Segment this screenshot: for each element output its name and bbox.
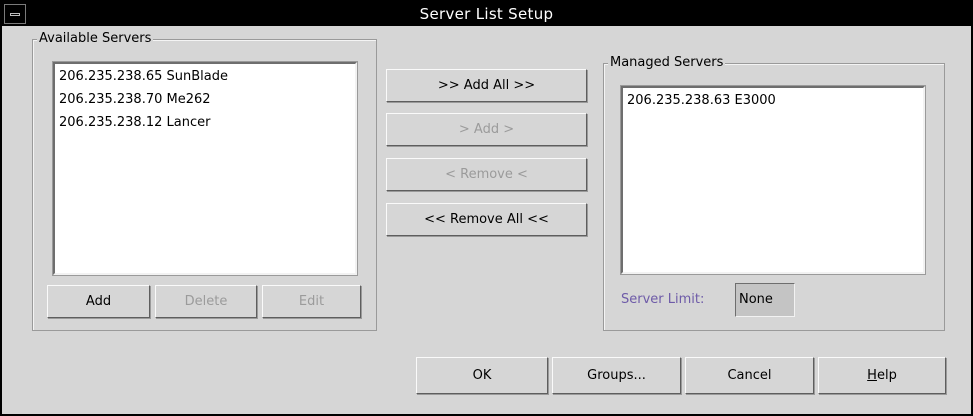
ok-button[interactable]: OK bbox=[416, 357, 548, 394]
server-limit-label: Server Limit: bbox=[621, 292, 705, 307]
window-title: Server List Setup bbox=[419, 5, 554, 23]
help-mnemonic: H bbox=[867, 368, 877, 383]
list-item[interactable]: 206.235.238.63 E3000 bbox=[627, 90, 776, 112]
title-bar[interactable]: Server List Setup bbox=[2, 2, 971, 26]
list-item[interactable]: 206.235.238.70 Me262 bbox=[59, 89, 211, 111]
add-server-button[interactable]: Add bbox=[47, 285, 150, 318]
delete-server-button[interactable]: Delete bbox=[155, 285, 257, 318]
edit-server-button[interactable]: Edit bbox=[262, 285, 361, 318]
managed-servers-list[interactable]: 206.235.238.63 E3000 bbox=[620, 85, 926, 275]
add-button[interactable]: > Add > bbox=[386, 113, 587, 146]
server-limit-value: None bbox=[735, 283, 795, 317]
server-list-setup-dialog: Server List Setup Available Servers 206.… bbox=[0, 0, 973, 416]
managed-servers-legend: Managed Servers bbox=[608, 55, 726, 71]
help-button[interactable]: Help bbox=[818, 357, 946, 394]
remove-all-button[interactable]: << Remove All << bbox=[386, 203, 587, 236]
list-item[interactable]: 206.235.238.12 Lancer bbox=[59, 112, 210, 134]
list-item[interactable]: 206.235.238.65 SunBlade bbox=[59, 66, 228, 88]
groups-button[interactable]: Groups... bbox=[552, 357, 681, 394]
remove-button[interactable]: < Remove < bbox=[386, 158, 587, 191]
available-servers-list[interactable]: 206.235.238.65 SunBlade 206.235.238.70 M… bbox=[52, 61, 358, 276]
available-servers-legend: Available Servers bbox=[37, 31, 154, 47]
add-all-button[interactable]: >> Add All >> bbox=[386, 69, 587, 102]
cancel-button[interactable]: Cancel bbox=[685, 357, 814, 394]
help-label-rest: elp bbox=[876, 368, 897, 383]
